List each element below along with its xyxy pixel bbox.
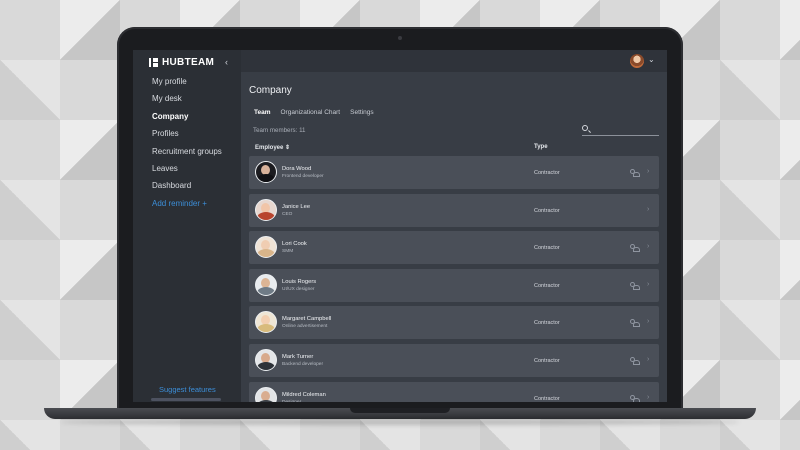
sidebar-item-my-desk[interactable]: My desk	[152, 94, 222, 111]
sidebar-item-recruitment-groups[interactable]: Recruitment groups	[152, 147, 222, 164]
avatar	[255, 236, 277, 259]
sidebar-item-dashboard[interactable]: Dashboard	[152, 181, 222, 198]
tab-organizational-chart[interactable]: Organizational Chart	[281, 109, 341, 118]
employee-list: Dora Wood Frontend developer Contractor …	[249, 156, 659, 402]
employee-type: Contractor	[534, 170, 560, 176]
chevron-down-icon[interactable]: ⌄	[648, 55, 655, 64]
employee-name: Mildred Coleman	[282, 391, 326, 398]
employee-name: Margaret Campbell	[282, 316, 332, 323]
employee-type: Contractor	[534, 207, 560, 214]
employee-role: UI/UX designer	[282, 286, 315, 292]
employee-role: Frontend developer	[282, 174, 324, 179]
avatar	[255, 161, 277, 183]
table-row[interactable]: Margaret Campbell Online advertisement C…	[249, 306, 659, 340]
chevron-right-icon[interactable]: ›	[647, 356, 649, 363]
chevron-right-icon[interactable]: ›	[647, 281, 649, 288]
add-reminder-button[interactable]: Add reminder +	[152, 199, 222, 216]
sidebar-item-leaves[interactable]: Leaves	[152, 164, 222, 181]
camera-dot	[398, 36, 402, 40]
chevron-right-icon[interactable]: ›	[647, 318, 649, 325]
table-row[interactable]: Mildred Coleman Designer Contractor ›	[249, 381, 659, 402]
column-header-employee[interactable]: Employee ⇕	[255, 144, 290, 151]
employee-type: Contractor	[534, 320, 560, 327]
chevron-right-icon[interactable]: ›	[647, 394, 649, 401]
logo-icon	[149, 58, 158, 67]
table-row[interactable]: Dora Wood Frontend developer Contractor …	[249, 156, 659, 189]
assign-user-icon[interactable]	[630, 319, 640, 328]
table-row[interactable]: Mark Turner Backend developer Contractor…	[249, 343, 659, 377]
avatar	[255, 348, 277, 371]
search-input[interactable]	[592, 124, 658, 135]
employee-role: CEO	[282, 211, 293, 217]
employee-role: Designer	[282, 400, 301, 402]
employee-type: Contractor	[534, 395, 560, 402]
chevron-right-icon[interactable]: ›	[647, 168, 649, 175]
sidebar: HUBTEAM ‹ My profile My desk Company Pro…	[133, 50, 241, 402]
chevron-left-icon[interactable]: ‹	[225, 57, 228, 67]
table-row[interactable]: Louis Rogers UI/UX designer Contractor ›	[249, 268, 659, 302]
tab-team[interactable]: Team	[254, 109, 271, 118]
column-header-type: Type	[534, 144, 548, 150]
avatar	[255, 198, 277, 221]
employee-role: SMM	[282, 249, 294, 255]
logo[interactable]: HUBTEAM	[149, 57, 214, 68]
assign-user-icon[interactable]	[630, 356, 640, 365]
suggest-features-link[interactable]: Suggest features	[159, 385, 216, 394]
tab-settings[interactable]: Settings	[350, 109, 374, 118]
logo-text: HUBTEAM	[162, 57, 215, 68]
laptop-notch	[350, 408, 450, 413]
suggest-features-subtext	[151, 398, 221, 401]
sidebar-item-my-profile[interactable]: My profile	[152, 77, 222, 94]
user-avatar[interactable]	[630, 54, 644, 68]
avatar	[255, 273, 277, 296]
search-box	[582, 124, 659, 136]
employee-name: Dora Wood	[282, 166, 312, 172]
assign-user-icon[interactable]	[630, 281, 640, 290]
sidebar-item-company[interactable]: Company	[152, 112, 222, 129]
assign-user-icon[interactable]	[630, 169, 640, 177]
employee-name: Janice Lee	[282, 203, 311, 210]
avatar	[255, 311, 277, 334]
chevron-right-icon[interactable]: ›	[647, 206, 649, 213]
sidebar-item-profiles[interactable]: Profiles	[152, 129, 222, 146]
sidebar-nav: My profile My desk Company Profiles Recr…	[152, 77, 222, 216]
table-row[interactable]: Lori Cook SMM Contractor ›	[249, 231, 659, 265]
assign-user-icon[interactable]	[630, 244, 640, 253]
employee-name: Lori Cook	[282, 241, 307, 248]
team-members-count: Team members: 11	[253, 127, 306, 134]
tab-bar: Team Organizational Chart Settings	[254, 109, 374, 118]
search-icon[interactable]	[582, 125, 588, 131]
assign-user-icon[interactable]	[630, 394, 640, 402]
laptop-shadow	[60, 419, 740, 425]
topbar	[241, 50, 667, 72]
employee-type: Contractor	[534, 357, 560, 364]
avatar	[255, 386, 277, 402]
employee-role: Backend developer	[282, 361, 324, 367]
table-row[interactable]: Janice Lee CEO Contractor ›	[249, 193, 659, 227]
app-screen: HUBTEAM ‹ My profile My desk Company Pro…	[133, 50, 667, 402]
employee-type: Contractor	[534, 245, 560, 252]
page-title: Company	[249, 85, 292, 96]
employee-role: Online advertisement	[282, 324, 328, 330]
employee-name: Louis Rogers	[282, 278, 317, 285]
chevron-right-icon[interactable]: ›	[647, 243, 649, 250]
employee-type: Contractor	[534, 282, 560, 289]
employee-name: Mark Turner	[282, 353, 314, 360]
